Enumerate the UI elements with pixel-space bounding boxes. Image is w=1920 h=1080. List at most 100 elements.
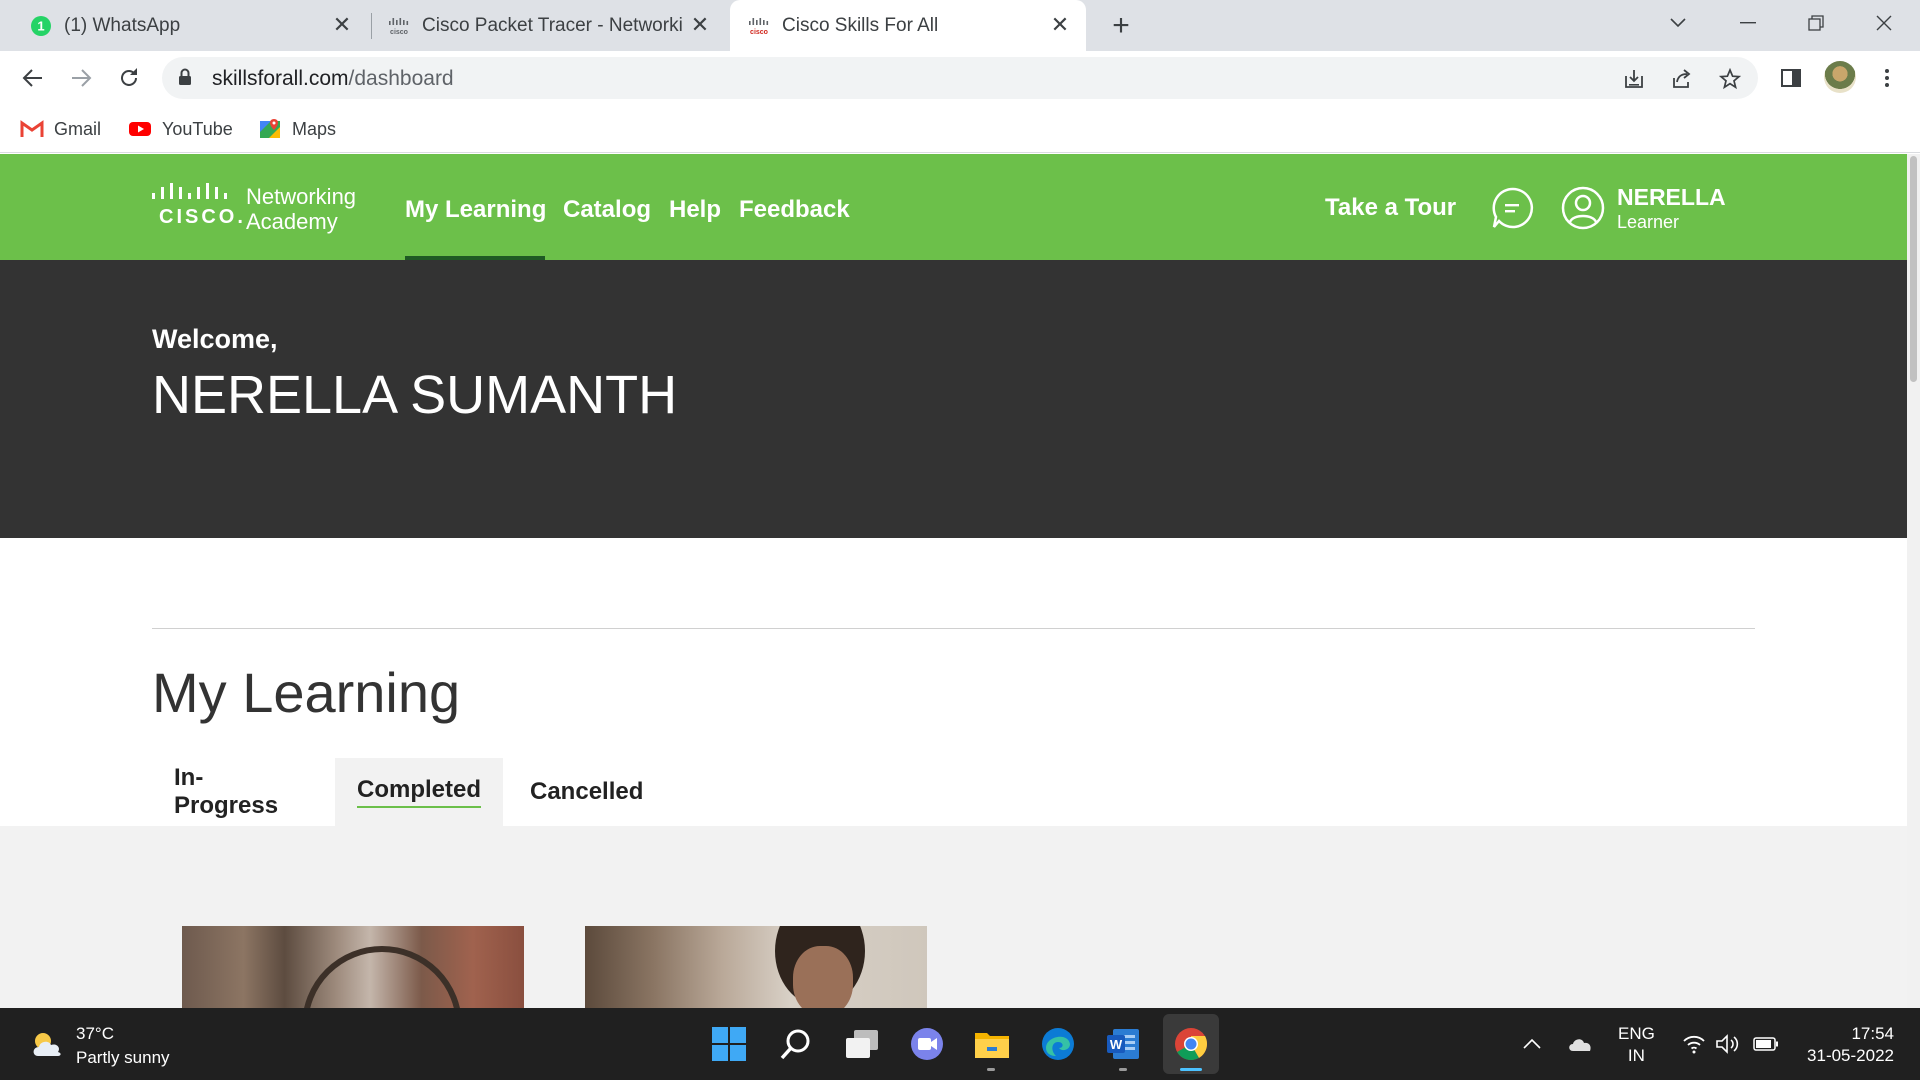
onedrive-cloud-icon[interactable]	[1566, 1030, 1594, 1058]
share-icon[interactable]	[1670, 67, 1694, 91]
nav-my-learning[interactable]: My Learning	[405, 196, 546, 224]
section-divider	[152, 628, 1755, 629]
clock-time: 17:54	[1851, 1024, 1894, 1043]
url-text: skillsforall.com/dashboard	[212, 67, 454, 91]
clock-date: 31-05-2022	[1807, 1046, 1894, 1065]
close-icon[interactable]: ✕	[1048, 13, 1072, 37]
bookmark-label: Gmail	[54, 118, 102, 139]
new-tab-button[interactable]: +	[1106, 11, 1136, 42]
minimize-button[interactable]	[1728, 8, 1768, 38]
scrollbar-thumb[interactable]	[1910, 156, 1917, 382]
tab-cancelled[interactable]: Cancelled	[508, 758, 665, 826]
user-role: Learner	[1617, 212, 1680, 232]
profile-avatar[interactable]	[1824, 61, 1856, 93]
address-bar[interactable]: skillsforall.com/dashboard	[162, 57, 1758, 99]
whatsapp-icon: 1	[30, 15, 52, 37]
maps-icon	[258, 119, 282, 139]
reload-button[interactable]	[114, 63, 144, 93]
course-list-area	[0, 826, 1907, 1008]
page-scrollbar[interactable]	[1907, 154, 1920, 1008]
course-card-image[interactable]	[182, 926, 524, 1008]
bookmark-label: YouTube	[162, 118, 233, 139]
site-header: CISCO. Networking Academy My Learning Ca…	[0, 154, 1907, 260]
weather-condition[interactable]: Partly sunny	[76, 1048, 170, 1068]
weather-temperature[interactable]: 37°C	[76, 1024, 114, 1044]
page-title: My Learning	[152, 661, 461, 724]
user-name[interactable]: NERELLA	[1617, 184, 1726, 211]
language-code: ENG	[1618, 1024, 1655, 1043]
back-button[interactable]	[18, 63, 48, 93]
windows-start-icon[interactable]	[709, 1024, 749, 1064]
nav-catalog[interactable]: Catalog	[563, 196, 651, 224]
menu-kebab-icon[interactable]	[1872, 63, 1902, 93]
nav-feedback[interactable]: Feedback	[739, 196, 850, 224]
card-photo-detail	[302, 946, 462, 1008]
task-view-icon[interactable]	[842, 1024, 882, 1064]
teams-chat-icon[interactable]	[907, 1024, 947, 1064]
word-icon[interactable]: W	[1103, 1024, 1143, 1064]
tab-completed[interactable]: Completed	[335, 758, 504, 826]
tab-separator	[371, 13, 372, 39]
wifi-icon[interactable]	[1680, 1030, 1708, 1058]
browser-tab-bar: 1 (1) WhatsApp ✕ cisco Cisco Packet Trac…	[0, 0, 1920, 51]
url-path: /dashboard	[348, 67, 454, 90]
chevron-up-icon[interactable]	[1518, 1030, 1546, 1058]
user-avatar-icon[interactable]	[1561, 186, 1605, 230]
tab-label: Cancelled	[530, 778, 644, 805]
card-photo-detail	[793, 946, 853, 1008]
bookmark-gmail[interactable]: Gmail	[20, 115, 101, 143]
edge-icon[interactable]	[1038, 1024, 1078, 1064]
lock-icon	[178, 68, 192, 91]
tab-label: In-Progress	[174, 764, 279, 819]
nav-help[interactable]: Help	[669, 196, 721, 224]
chat-icon[interactable]	[1491, 186, 1535, 230]
close-icon[interactable]: ✕	[330, 13, 354, 37]
app-running-indicator	[987, 1068, 995, 1071]
search-icon[interactable]	[776, 1024, 816, 1064]
browser-toolbar: skillsforall.com/dashboard	[0, 51, 1920, 105]
networking-academy-logo[interactable]: CISCO. Networking Academy	[152, 182, 372, 238]
gmail-icon	[20, 119, 44, 139]
take-a-tour-link[interactable]: Take a Tour	[1325, 194, 1456, 222]
bookmark-star-icon[interactable]	[1718, 67, 1742, 91]
bookmark-maps[interactable]: Maps	[258, 115, 336, 143]
restore-button[interactable]	[1796, 8, 1836, 38]
svg-text:cisco: cisco	[390, 29, 408, 36]
welcome-banner: Welcome, NERELLA SUMANTH	[0, 260, 1907, 538]
tab-title: (1) WhatsApp	[64, 14, 181, 36]
bookmarks-bar: Gmail YouTube Maps	[0, 105, 1920, 153]
app-active-indicator	[1180, 1068, 1202, 1071]
close-icon[interactable]: ✕	[688, 13, 712, 37]
tab-packet-tracer[interactable]: cisco Cisco Packet Tracer - Networking ✕	[374, 0, 726, 51]
course-card-image[interactable]	[585, 926, 927, 1008]
side-panel-icon[interactable]	[1776, 63, 1806, 93]
app-running-indicator	[1119, 1068, 1127, 1071]
system-clock[interactable]: 17:54 31-05-2022	[1796, 1023, 1894, 1067]
language-indicator[interactable]: ENG IN	[1618, 1023, 1655, 1067]
logo-line1: Networking	[246, 184, 357, 209]
tab-title: Cisco Packet Tracer - Networking	[422, 14, 684, 36]
forward-button[interactable]	[66, 63, 96, 93]
svg-text:W: W	[1110, 1037, 1123, 1052]
chrome-icon[interactable]	[1171, 1024, 1211, 1064]
logo-line2: Academy	[246, 209, 338, 234]
tab-skills-for-all[interactable]: cisco Cisco Skills For All ✕	[730, 0, 1086, 51]
region-code: IN	[1627, 1046, 1645, 1065]
user-full-name: NERELLA SUMANTH	[152, 365, 678, 425]
install-app-icon[interactable]	[1622, 67, 1646, 91]
cisco-bars-icon	[152, 183, 227, 199]
tab-whatsapp[interactable]: 1 (1) WhatsApp ✕	[16, 0, 368, 51]
bookmark-youtube[interactable]: YouTube	[128, 115, 233, 143]
volume-icon[interactable]	[1714, 1030, 1742, 1058]
partly-sunny-icon[interactable]	[30, 1030, 66, 1058]
logo-cisco-wordmark: CISCO.	[159, 206, 246, 228]
battery-icon[interactable]	[1752, 1030, 1780, 1058]
tab-title: Cisco Skills For All	[782, 14, 939, 36]
bookmark-label: Maps	[292, 118, 337, 139]
tab-search-button[interactable]	[1658, 8, 1698, 38]
file-explorer-icon[interactable]	[972, 1024, 1012, 1064]
welcome-label: Welcome,	[152, 324, 278, 354]
cisco-icon: cisco	[748, 15, 770, 37]
tab-in-progress[interactable]: In-Progress	[152, 758, 300, 826]
close-window-button[interactable]	[1864, 8, 1904, 38]
